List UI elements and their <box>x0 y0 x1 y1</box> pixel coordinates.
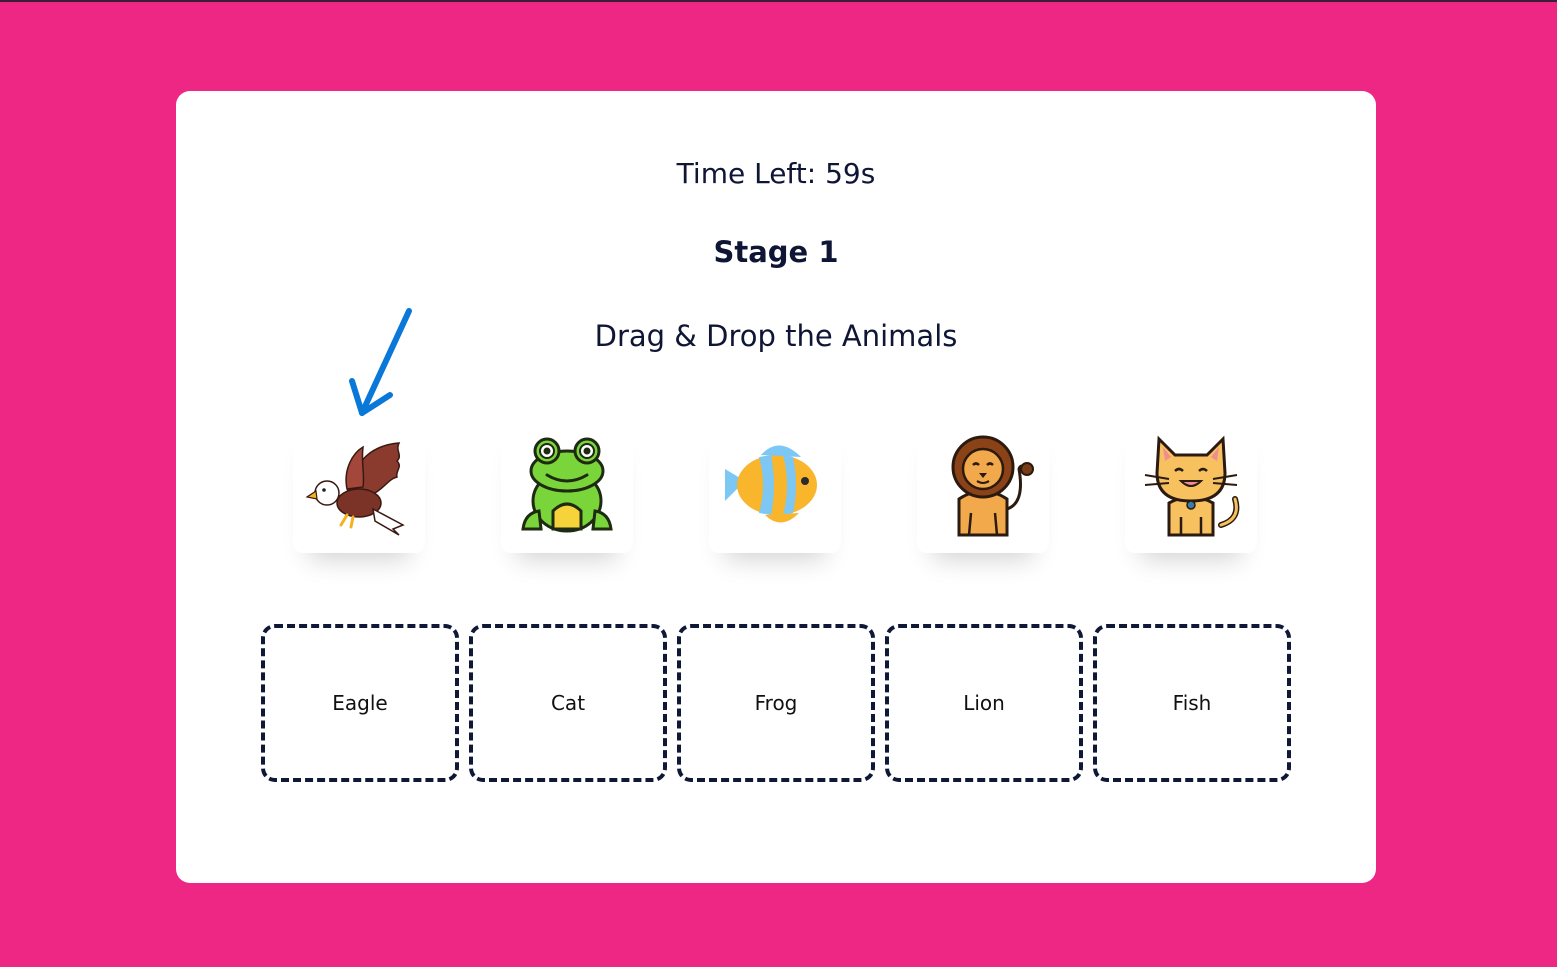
drop-zone-label: Lion <box>963 691 1005 715</box>
drop-zone-label: Eagle <box>332 691 388 715</box>
drop-zone-label: Cat <box>550 691 586 715</box>
cat-icon <box>1144 435 1240 537</box>
drop-zone-cat[interactable]: Cat <box>469 624 667 782</box>
drop-zone-lion[interactable]: Lion <box>885 624 1083 782</box>
drop-zone-frog[interactable]: Frog <box>677 624 875 782</box>
fish-icon <box>725 445 817 523</box>
pointer-arrow-icon <box>349 308 412 416</box>
draggable-cat[interactable] <box>1125 417 1257 553</box>
draggable-eagle[interactable] <box>293 417 425 553</box>
lion-icon <box>951 435 1034 537</box>
drop-zone-label: Frog <box>754 691 798 715</box>
timer-text: Time Left: 59s <box>676 157 876 190</box>
game-card: Time Left: 59s Stage 1 Drag & Drop the A… <box>176 91 1376 883</box>
drop-zone-eagle[interactable]: Eagle <box>261 624 459 782</box>
drop-zone-fish[interactable]: Fish <box>1093 624 1291 782</box>
stage-title: Stage 1 <box>713 235 839 269</box>
drop-zone-label: Fish <box>1172 691 1212 715</box>
eagle-icon <box>305 442 405 536</box>
draggable-frog[interactable] <box>501 417 633 553</box>
frog-icon <box>521 437 613 533</box>
draggable-lion[interactable] <box>917 417 1049 553</box>
draggable-fish[interactable] <box>709 417 841 553</box>
